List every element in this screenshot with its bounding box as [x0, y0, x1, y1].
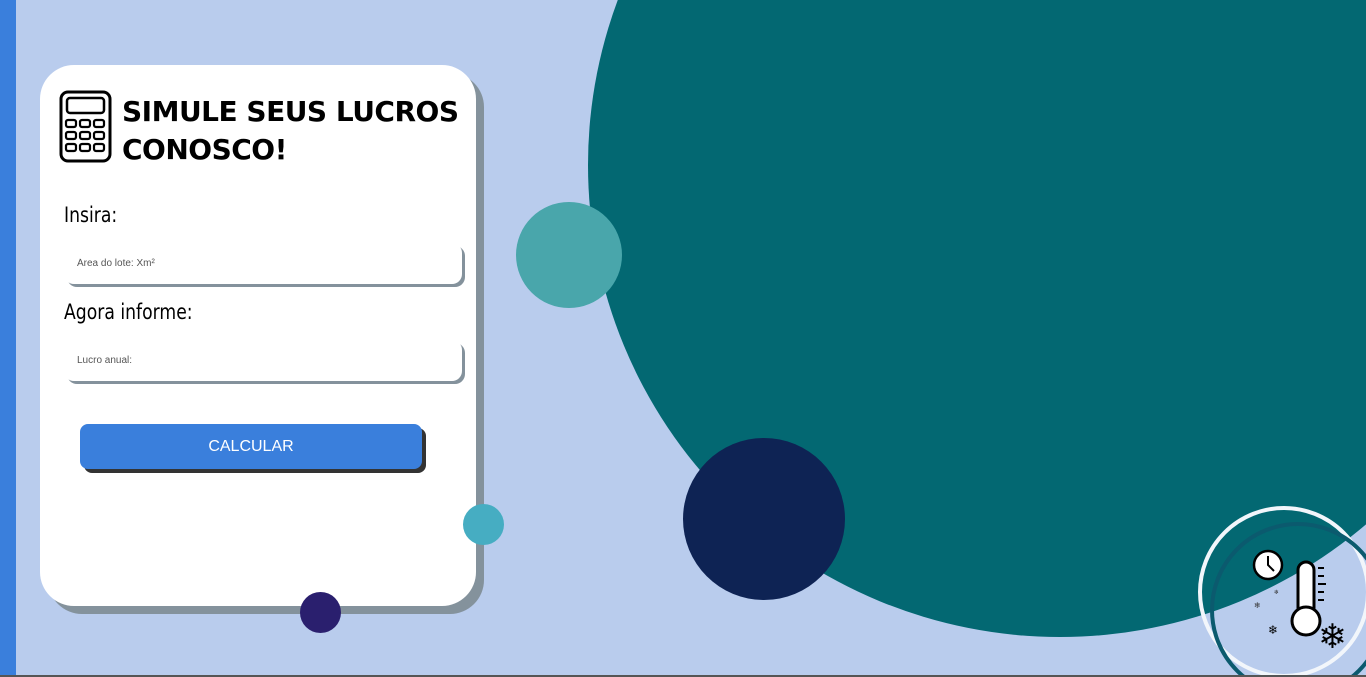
annual-profit-input[interactable] [64, 340, 462, 381]
left-accent-bar [0, 0, 16, 677]
decorative-circle-small-cyan [463, 504, 504, 545]
profit-label: Agora informe: [64, 300, 193, 324]
decorative-circle-small-purple [300, 592, 341, 633]
profit-simulator-card: SIMULE SEUS LUCROS CONOSCO! Insira: Agor… [40, 65, 476, 606]
page-title: SIMULE SEUS LUCROS CONOSCO! [122, 93, 459, 169]
svg-text:❄: ❄ [1254, 601, 1261, 610]
svg-text:❄: ❄ [1318, 617, 1347, 657]
svg-text:❄: ❄ [1268, 623, 1278, 637]
calculator-icon [59, 90, 112, 163]
title-line-2: CONOSCO! [122, 133, 287, 166]
decorative-circle-navy [683, 438, 845, 600]
decorative-circle-teal [516, 202, 622, 308]
title-line-1: SIMULE SEUS LUCROS [122, 95, 459, 128]
area-label: Insira: [64, 203, 118, 227]
svg-text:❄: ❄ [1274, 589, 1279, 596]
area-input[interactable] [64, 243, 462, 284]
weather-thermometer-icon: ❄ ❄ ❄ ❄ [1198, 506, 1366, 677]
calculate-button[interactable]: CALCULAR [80, 424, 422, 469]
